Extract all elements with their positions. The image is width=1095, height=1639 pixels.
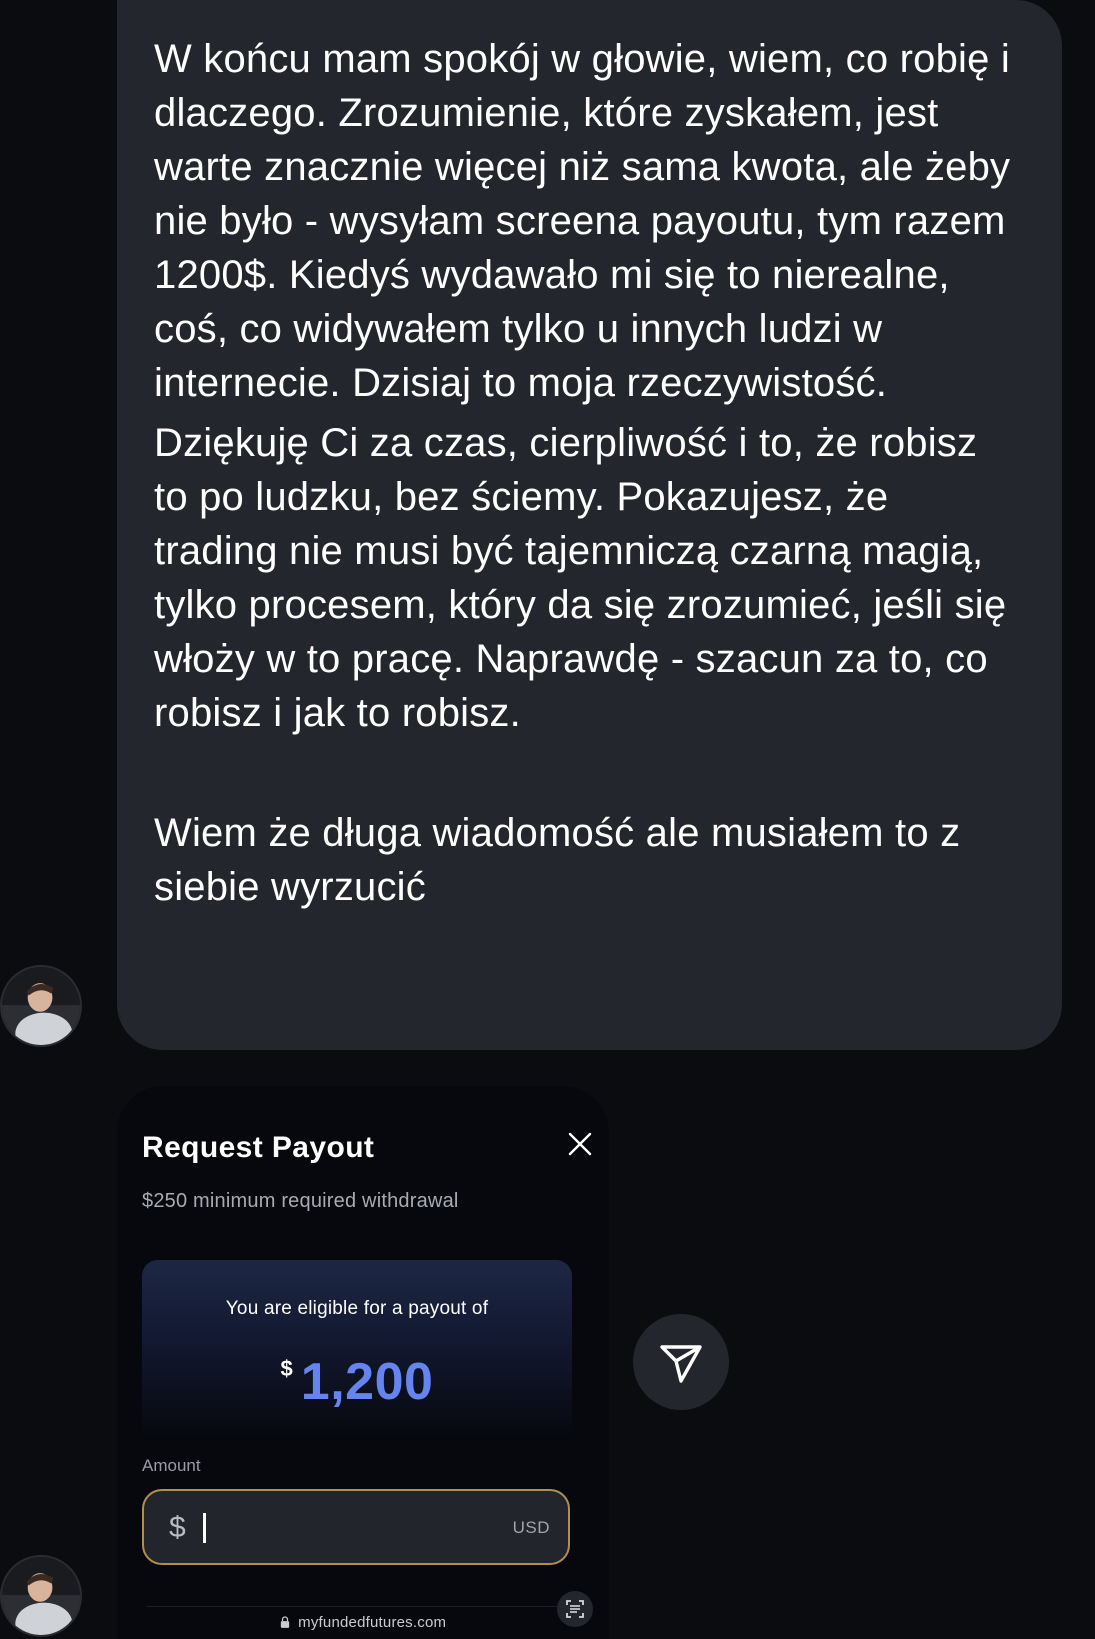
eligible-amount-value: 1,200	[300, 1353, 434, 1411]
url-text: myfundedfutures.com	[298, 1614, 447, 1631]
lock-icon	[280, 1614, 298, 1631]
close-icon[interactable]	[562, 1126, 598, 1162]
amount-prefix: $	[169, 1511, 186, 1544]
message-bubble[interactable]: W końcu mam spokój w głowie, wiem, co ro…	[117, 0, 1062, 1050]
amount-currency-suffix: USD	[512, 1518, 550, 1537]
amount-label: Amount	[142, 1456, 201, 1475]
currency-symbol: $	[280, 1356, 293, 1381]
eligibility-card: You are eligible for a payout of $1,200	[142, 1260, 572, 1440]
divider	[147, 1606, 579, 1607]
payout-subtitle: $250 minimum required withdrawal	[142, 1190, 459, 1212]
avatar[interactable]	[0, 1555, 82, 1637]
amount-input[interactable]: $ USD	[142, 1489, 570, 1565]
message-paragraph: Dziękuję Ci za czas, cierpliwość i to, ż…	[154, 421, 1007, 735]
send-button[interactable]	[633, 1314, 729, 1410]
payout-title: Request Payout	[142, 1131, 375, 1164]
text-caret	[203, 1513, 206, 1543]
eligible-amount: $1,200	[142, 1352, 572, 1412]
avatar[interactable]	[0, 965, 82, 1047]
message-paragraph: Wiem że długa wiadomość ale musiałem to …	[154, 811, 961, 909]
url-bar[interactable]: myfundedfutures.com	[117, 1614, 609, 1631]
eligibility-text: You are eligible for a payout of	[225, 1298, 489, 1319]
message-paragraph: W końcu mam spokój w głowie, wiem, co ro…	[154, 37, 1011, 405]
chat-screen: W końcu mam spokój w głowie, wiem, co ro…	[0, 0, 1095, 1639]
payout-screenshot[interactable]: Request Payout $250 minimum required wit…	[117, 1086, 609, 1639]
send-icon	[660, 1345, 702, 1383]
